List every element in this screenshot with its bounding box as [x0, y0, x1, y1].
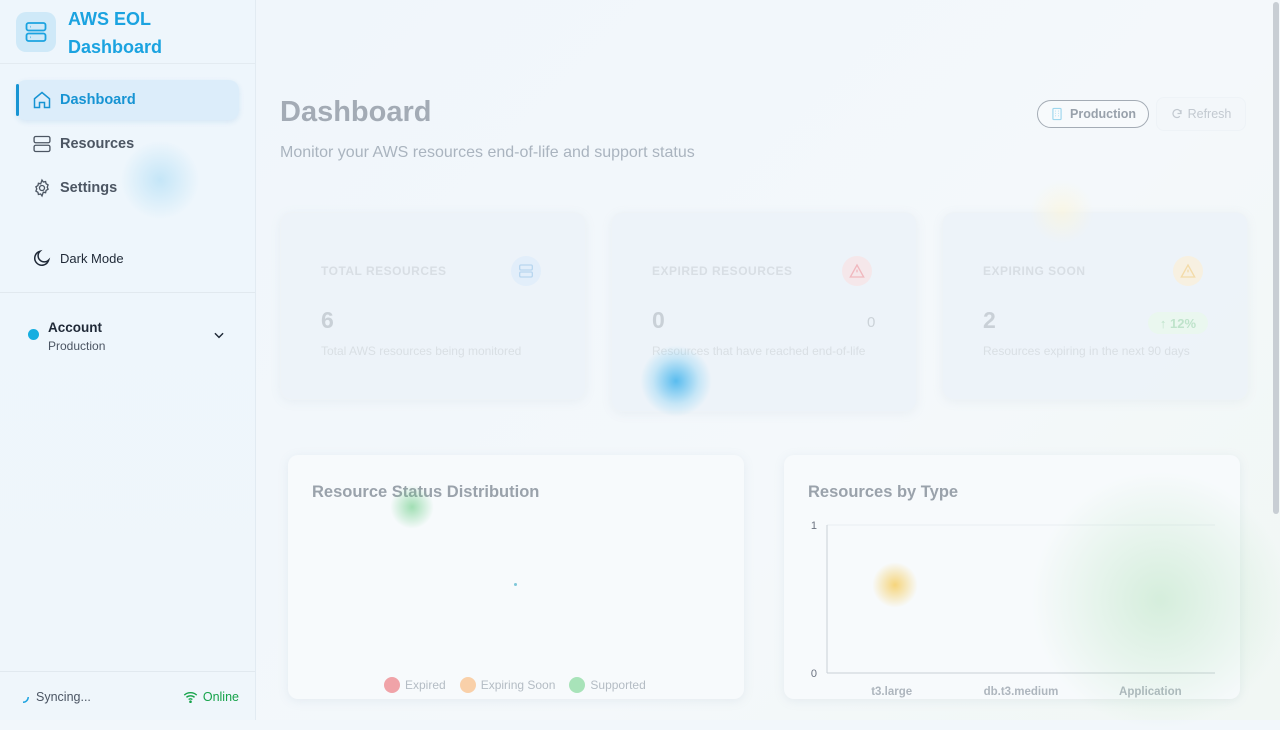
refresh-icon: [1171, 108, 1183, 120]
account-value: Production: [48, 339, 106, 353]
stat-card-expiring: EXPIRING SOON 2 ↑ 12% Resources expiring…: [942, 212, 1248, 400]
stat-description: Resources that have reached end-of-life: [652, 344, 866, 358]
page-title: Dashboard: [280, 96, 432, 128]
stat-card-expired: EXPIRED RESOURCES 0 0 Resources that hav…: [611, 212, 917, 412]
account-title: Account: [48, 320, 102, 335]
stat-value: 2: [983, 307, 996, 333]
warning-triangle-icon: [1173, 256, 1203, 286]
scrollbar[interactable]: [1272, 0, 1280, 720]
resources-by-type-panel: Resources by Type 0 1 t3.large db.t3.medium…: [784, 455, 1240, 699]
legend-swatch: [569, 677, 586, 693]
sync-status: Syncing...: [16, 690, 91, 704]
main-content: Dashboard Monitor your AWS resources end…: [256, 0, 1280, 720]
sidebar-divider: [0, 292, 255, 293]
sync-label: Syncing...: [36, 690, 91, 704]
page-subtitle: Monitor your AWS resources end-of-life a…: [280, 144, 695, 161]
chart-legend: Expired Expiring Soon Supported: [384, 677, 660, 693]
y-tick-label: 1: [811, 520, 817, 532]
trend-badge: ↑ 12%: [1148, 312, 1208, 334]
gear-icon: [32, 178, 52, 198]
brand-header: AWS EOL Dashboard: [0, 0, 255, 64]
legend-swatch: [384, 677, 400, 693]
dark-mode-toggle[interactable]: Dark Mode: [32, 248, 124, 268]
stat-card-total: TOTAL RESOURCES 6 Total AWS resources be…: [280, 212, 586, 400]
stat-value: 6: [321, 307, 334, 333]
scrollbar-thumb[interactable]: [1273, 2, 1279, 514]
server-logo-icon: [16, 12, 56, 52]
online-status: Online: [183, 690, 239, 704]
environment-button[interactable]: Production: [1037, 100, 1149, 128]
app-title: AWS EOL Dashboard: [68, 9, 163, 57]
x-tick-label: t3.large: [871, 686, 912, 698]
legend-swatch: [459, 677, 476, 693]
sidebar-item-dashboard[interactable]: Dashboard: [16, 80, 239, 120]
sidebar-item-resources[interactable]: Resources: [16, 124, 239, 164]
stat-label: TOTAL RESOURCES: [321, 264, 447, 278]
wifi-icon: [183, 690, 198, 704]
server-icon: [511, 256, 541, 286]
sidebar-footer: Syncing... Online: [0, 671, 255, 721]
moon-icon: [32, 248, 52, 268]
sidebar-item-label: Dashboard: [60, 92, 136, 108]
stat-description: Total AWS resources being monitored: [321, 344, 522, 358]
warning-triangle-icon: [842, 256, 872, 286]
stat-side-value: 0: [867, 314, 876, 331]
stat-label: EXPIRED RESOURCES: [652, 264, 793, 278]
dark-mode-label: Dark Mode: [60, 250, 124, 266]
spinner-icon: [16, 690, 30, 704]
sidebar: AWS EOL Dashboard Dashboard Resources Se…: [0, 0, 256, 720]
y-tick-label: 0: [811, 668, 817, 680]
stat-description: Resources expiring in the next 90 days: [983, 344, 1190, 358]
building-icon: [1050, 107, 1064, 121]
online-label: Online: [202, 690, 239, 704]
legend-item-expired[interactable]: Expired: [384, 677, 446, 693]
resources-by-type-chart: 0 1 t3.large db.t3.medium Application: [811, 520, 1215, 698]
legend-label: Expired: [405, 678, 446, 692]
pie-center-dot: [514, 583, 517, 586]
account-status-dot: [28, 329, 39, 340]
stat-value: 0: [652, 307, 665, 333]
sidebar-item-label: Settings: [60, 180, 118, 196]
legend-label: Expiring Soon: [480, 678, 556, 692]
environment-label: Production: [1070, 107, 1136, 121]
refresh-label: Refresh: [1187, 107, 1232, 121]
home-icon: [32, 90, 52, 110]
sidebar-item-label: Resources: [60, 136, 135, 152]
panel-title: Resource Status Distribution: [312, 483, 540, 501]
x-tick-label: db.t3.medium: [984, 686, 1059, 698]
stat-label: EXPIRING SOON: [983, 264, 1086, 278]
legend-label: Supported: [590, 678, 646, 692]
sidebar-item-settings[interactable]: Settings: [16, 168, 239, 208]
chevron-down-icon[interactable]: [212, 328, 226, 342]
server-icon: [32, 134, 52, 154]
status-distribution-panel: Resource Status Distribution Expired Exp…: [288, 455, 744, 699]
account-selector[interactable]: Account Production: [28, 318, 228, 358]
sidebar-nav: Dashboard Resources Settings: [0, 80, 255, 212]
refresh-button[interactable]: Refresh: [1156, 97, 1246, 131]
legend-item-expiring-soon[interactable]: Expiring Soon: [459, 677, 556, 693]
legend-item-supported[interactable]: Supported: [569, 677, 646, 693]
x-tick-label: Application: [1119, 686, 1182, 698]
